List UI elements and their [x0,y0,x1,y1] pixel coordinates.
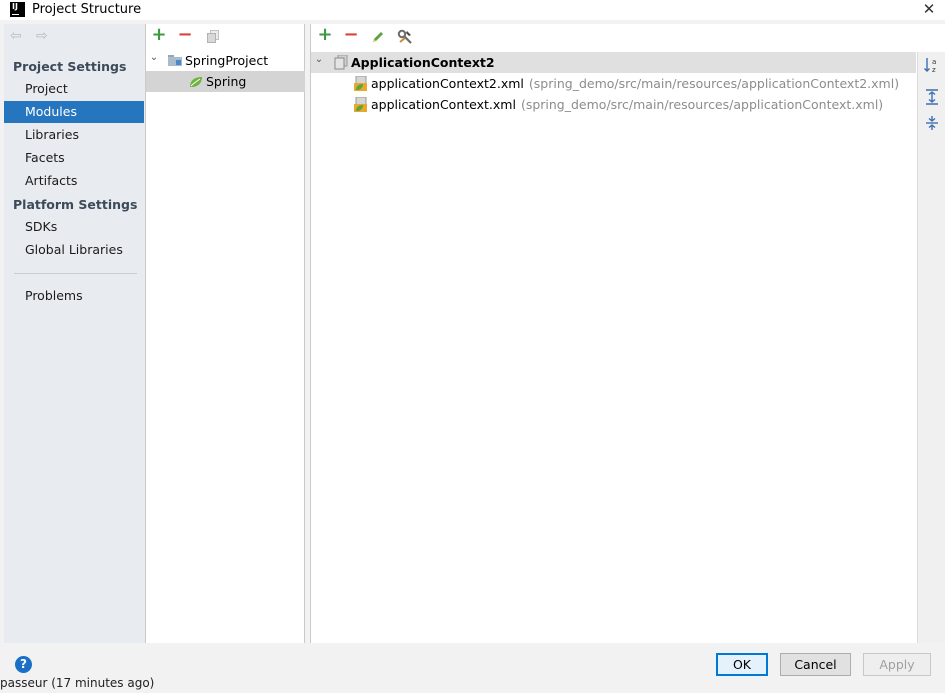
nav-item-project[interactable]: Project [4,78,144,100]
background-window-text: passeur (17 minutes ago) [0,676,155,690]
intellij-logo-icon: IJ [10,2,25,17]
svg-text:a: a [932,58,936,66]
settings-navigation: ⇦ ⇨ Project Settings Project Modules Lib… [4,24,145,643]
chevron-down-icon[interactable]: ⌄ [148,47,160,68]
fileset-icon [334,54,348,70]
chevron-down-icon[interactable]: ⌄ [313,49,325,70]
tree-row-label: SpringProject [185,53,269,68]
tree-row-spring[interactable]: Spring [146,71,305,92]
spring-leaf-icon [189,76,203,88]
back-arrow-icon[interactable]: ⇦ [10,29,24,43]
add-module-icon[interactable]: + [151,26,167,44]
edit-pencil-icon[interactable] [371,30,385,44]
nav-item-libraries[interactable]: Libraries [4,124,144,146]
sort-alphabetically-icon[interactable]: az [923,56,941,74]
module-tree-panel: + − ⌄ SpringProject Spring [145,24,305,643]
file-name: applicationContext.xml [371,97,516,112]
nav-item-sdks[interactable]: SDKs [4,216,144,238]
window-title: Project Structure [32,2,142,17]
nav-item-facets[interactable]: Facets [4,147,144,169]
add-fileset-icon[interactable]: + [317,26,333,44]
title-bar: IJ Project Structure ✕ [0,0,945,20]
ok-button[interactable]: OK [716,653,768,676]
remove-fileset-icon[interactable]: − [343,26,359,44]
expand-all-icon[interactable] [923,88,941,106]
app-icon-text: IJ [12,2,18,11]
spring-xml-file-icon [353,75,369,92]
tools-icon[interactable] [397,29,413,45]
project-settings-heading: Project Settings [13,59,127,74]
apply-button[interactable]: Apply [863,653,931,676]
nav-item-modules[interactable]: Modules [4,101,144,123]
close-icon[interactable]: ✕ [920,0,938,18]
remove-module-icon[interactable]: − [177,26,193,44]
collapse-all-icon[interactable] [923,114,941,132]
forward-arrow-icon[interactable]: ⇨ [36,29,50,43]
file-path: (spring_demo/src/main/resources/applicat… [520,97,884,112]
file-row[interactable]: applicationContext2.xml (spring_demo/src/… [311,73,916,94]
file-entry: applicationContext2.xml (spring_demo/src/… [371,73,899,94]
svg-text:z: z [932,66,936,74]
file-path: (spring_demo/src/main/resources/applicat… [528,76,900,91]
fileset-header-row[interactable]: ⌄ ApplicationContext2 [311,52,916,73]
tree-row-label: Spring [206,74,247,89]
file-name: applicationContext2.xml [371,76,524,91]
copy-icon[interactable] [207,30,219,43]
tree-actions-rail: az [917,52,945,643]
nav-item-problems[interactable]: Problems [4,285,144,307]
file-entry: applicationContext.xml (spring_demo/src/m… [371,94,883,115]
cancel-button[interactable]: Cancel [780,653,851,676]
tree-row-springproject[interactable]: ⌄ SpringProject [146,50,305,71]
file-row[interactable]: applicationContext.xml (spring_demo/src/m… [311,94,916,115]
module-folder-icon [168,55,182,66]
nav-item-global-libraries[interactable]: Global Libraries [4,239,144,261]
fileset-panel: + − ⌄ ApplicationContext2 applicationCon… [310,24,945,643]
project-structure-dialog: IJ Project Structure ✕ ⇦ ⇨ Project Setti… [0,0,945,693]
platform-settings-heading: Platform Settings [13,197,138,212]
nav-item-artifacts[interactable]: Artifacts [4,170,144,192]
nav-divider [14,273,137,274]
fileset-toolbar: + − [311,24,945,51]
help-icon[interactable]: ? [15,656,32,673]
spring-xml-file-icon [353,96,369,113]
fileset-name: ApplicationContext2 [351,55,495,70]
